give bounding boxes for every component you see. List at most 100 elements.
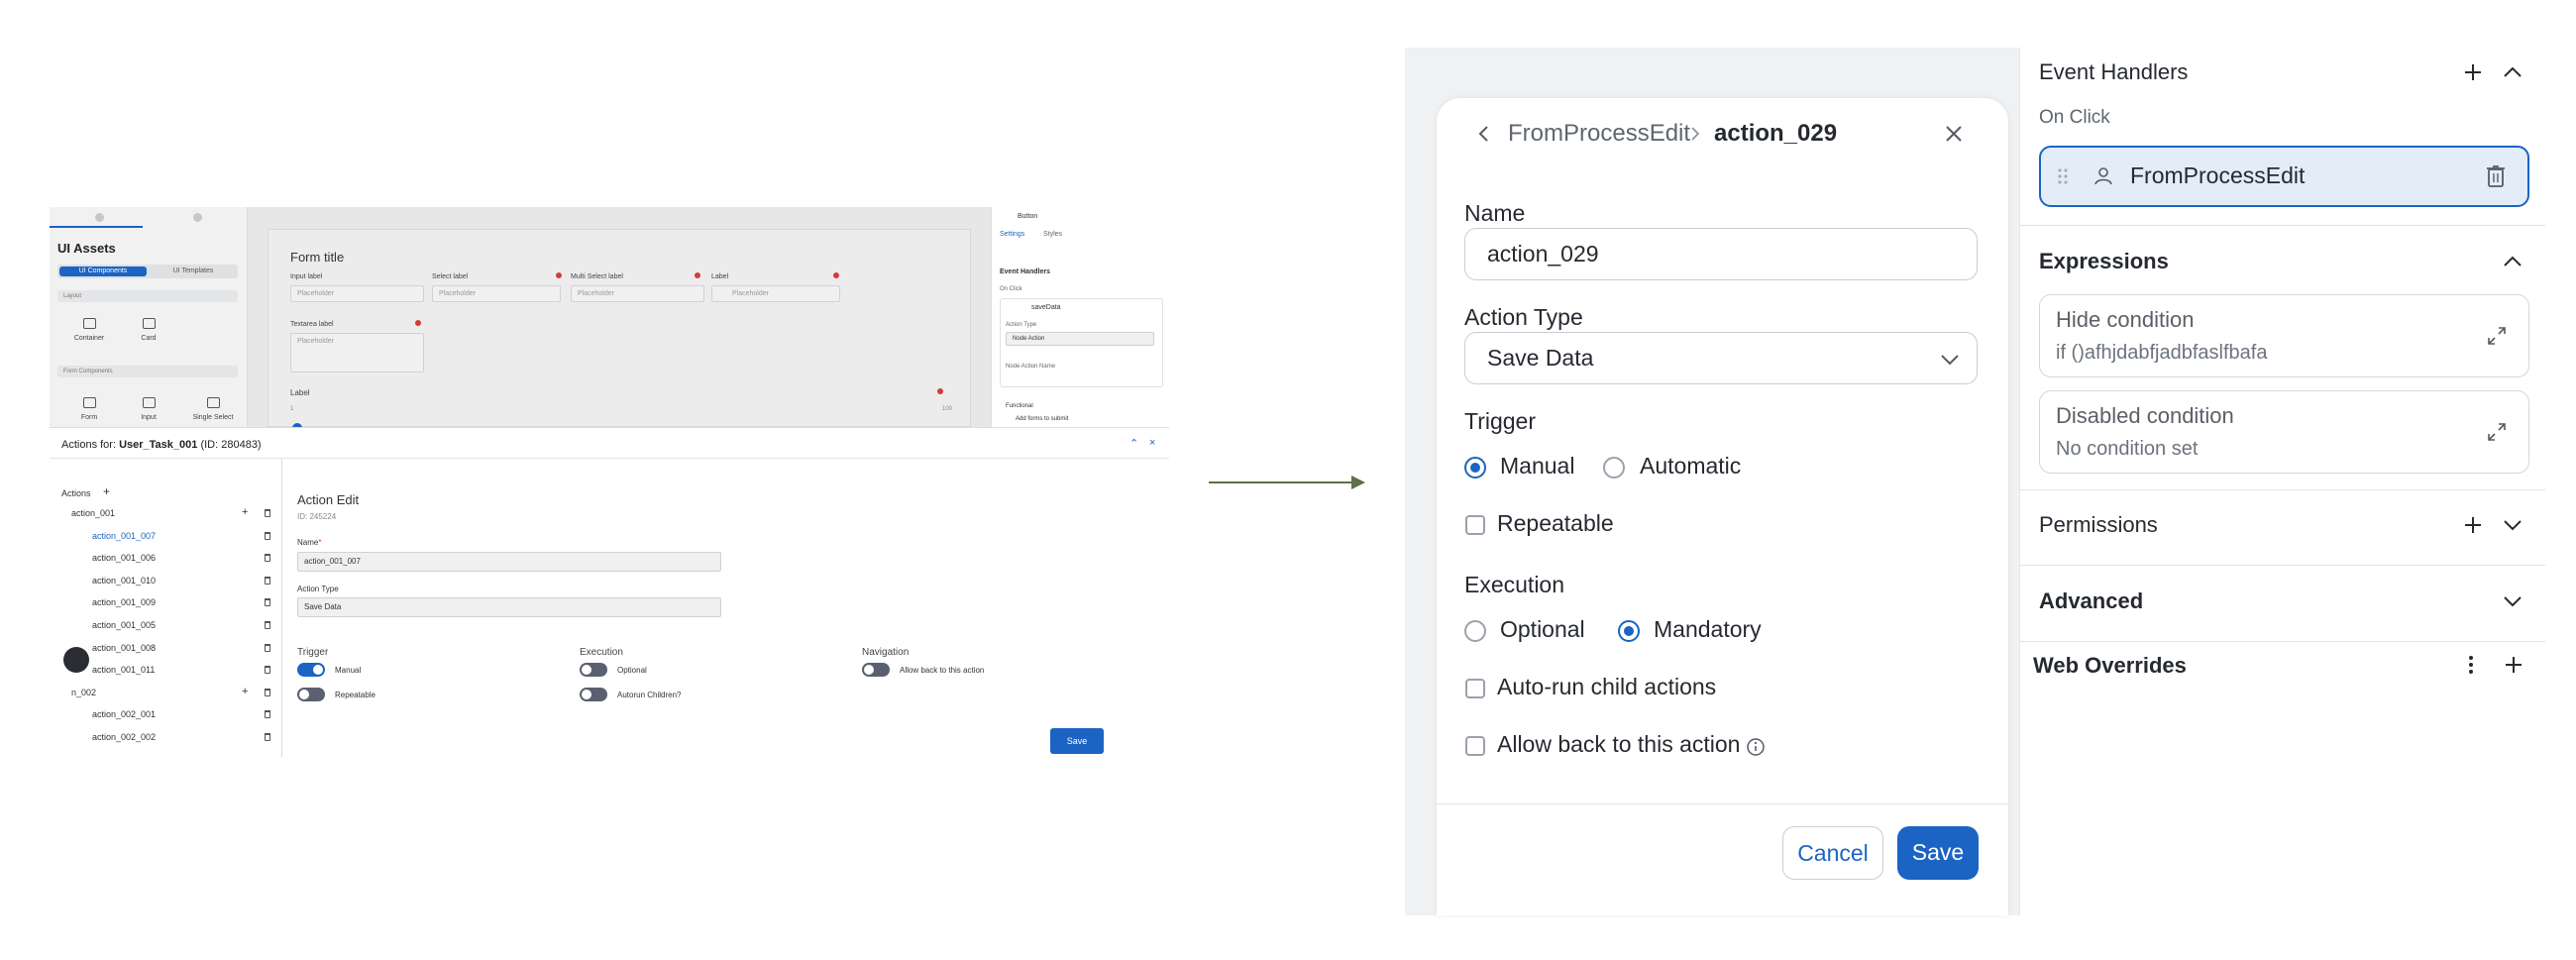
execution-optional-radio[interactable] [1464,620,1486,642]
optional-toggle[interactable] [580,663,607,677]
chevron-up-icon[interactable] [2502,61,2523,83]
repeatable-checkbox[interactable] [1465,515,1485,535]
repeatable-label: Repeatable [335,691,376,699]
chevron-down-icon[interactable] [2502,514,2523,536]
group-form-components[interactable]: Form Components [57,366,238,377]
tile-single-select[interactable]: Single Select [188,397,238,421]
back-chevron-icon[interactable] [1472,122,1496,146]
action-type-select[interactable]: Node Action [1006,332,1154,346]
tab-ui-templates[interactable]: UI Templates [151,267,236,276]
breadcrumb-chevron-icon [1691,127,1700,141]
trash-icon[interactable] [265,576,270,585]
tab-settings[interactable]: Settings [1000,231,1024,238]
trash-icon[interactable] [265,531,270,540]
form-title: Form title [290,250,345,265]
date-field[interactable]: Placeholder [711,285,840,302]
handler-card[interactable]: FromProcessEdit [2039,146,2529,207]
tab-ui-components[interactable]: UI Components [59,267,147,276]
cancel-button[interactable]: Cancel [1782,826,1883,880]
execution-mandatory-radio[interactable] [1618,620,1640,642]
trigger-manual-label: Manual [1500,453,1575,479]
close-icon[interactable]: × [1149,437,1155,449]
select-field[interactable]: Placeholder [432,285,561,302]
plus-icon[interactable] [2503,654,2524,676]
name-input[interactable]: action_029 [1464,228,1978,280]
action-type-select[interactable]: Save Data [1464,332,1978,384]
advanced-title[interactable]: Advanced [2039,588,2143,614]
avatar[interactable] [63,647,89,673]
trash-icon[interactable] [265,666,270,675]
input-field[interactable]: Placeholder [290,285,424,302]
add-forms-label[interactable]: Add forms to submit [1016,416,1068,422]
textarea-field[interactable]: Placeholder [290,333,424,373]
slider-label: Label [290,388,310,397]
trash-icon[interactable] [265,710,270,719]
more-vertical-icon[interactable] [2464,653,2478,677]
info-icon[interactable] [1746,737,1766,757]
permissions-title[interactable]: Permissions [2039,512,2158,538]
tree-item[interactable]: action_001_009 [92,597,156,607]
allow-back-toggle[interactable] [862,663,890,677]
tab-styles[interactable]: Styles [1043,231,1062,238]
name-label: Name* [297,538,322,547]
tree-item[interactable]: action_002_002 [92,732,156,742]
add-action-icon[interactable]: + [103,484,110,498]
trash-icon[interactable] [265,733,270,741]
action-type-select[interactable]: Save Data [297,597,721,617]
trash-icon[interactable] [265,509,270,517]
trash-icon[interactable] [265,598,270,607]
disabled-condition-card[interactable]: Disabled condition No condition set [2039,390,2529,474]
group-layout[interactable]: Layout [57,290,238,302]
actions-for-title: Actions for: User_Task_001 (ID: 280483) [61,439,262,451]
tree-item[interactable]: action_001_006 [92,553,156,563]
add-child-icon[interactable]: + [242,686,248,697]
trash-icon[interactable] [265,643,270,652]
tile-label: Card [141,335,157,342]
plus-icon[interactable] [2462,61,2484,83]
trash-icon[interactable] [265,554,270,563]
tree-item[interactable]: n_002 [71,688,96,697]
tile-input[interactable]: Input [129,397,168,421]
trigger-automatic-radio[interactable] [1603,457,1625,479]
multi-select-field[interactable]: Placeholder [571,285,704,302]
tree-item[interactable]: action_002_001 [92,709,156,719]
sidebar-tab-dot[interactable] [193,213,202,222]
handler-name[interactable]: saveData [1031,304,1061,311]
allow-back-checkbox[interactable] [1465,736,1485,756]
expand-icon[interactable] [2486,325,2508,347]
close-icon[interactable] [1942,122,1966,146]
tree-item[interactable]: action_001 [71,508,115,518]
trash-icon[interactable] [265,688,270,696]
trash-icon[interactable] [265,621,270,629]
manual-toggle[interactable] [297,663,325,677]
add-child-icon[interactable]: + [242,506,248,518]
expand-icon[interactable] [2486,421,2508,443]
drag-handle-icon[interactable] [2057,166,2069,186]
tree-item[interactable]: action_001_008 [92,643,156,653]
tree-item[interactable]: action_001_011 [92,665,155,675]
chevron-down-icon[interactable] [2502,590,2523,612]
trigger-manual-radio[interactable] [1464,457,1486,479]
autorun-checkbox[interactable] [1465,679,1485,698]
hide-condition-card[interactable]: Hide condition if ()afhjdabfjadbfaslfbaf… [2039,294,2529,377]
tile-form[interactable]: Form [69,397,109,421]
tree-item[interactable]: action_001_007 [92,531,156,541]
sidebar-tab-dot[interactable] [95,213,104,222]
builder-area: UI Assets UI Components UI Templates Lay… [50,207,1169,433]
autorun-toggle[interactable] [580,688,607,701]
tree-item[interactable]: action_001_010 [92,576,156,586]
plus-icon[interactable] [2462,514,2484,536]
collapse-icon[interactable]: ⌃ [1129,437,1138,450]
web-overrides-title[interactable]: Web Overrides [2033,653,2187,679]
repeatable-toggle[interactable] [297,688,325,701]
name-input[interactable]: action_001_007 [297,552,721,572]
tile-card[interactable]: Card [129,318,168,342]
chevron-up-icon[interactable] [2502,251,2523,272]
slider-max: 100 [942,406,953,412]
tile-container[interactable]: Container [69,318,109,342]
breadcrumb-parent[interactable]: FromProcessEdit [1508,120,1690,148]
trash-icon[interactable] [2485,164,2507,188]
save-button[interactable]: Save [1897,826,1979,880]
save-button[interactable]: Save [1050,728,1104,754]
tree-item[interactable]: action_001_005 [92,620,156,630]
